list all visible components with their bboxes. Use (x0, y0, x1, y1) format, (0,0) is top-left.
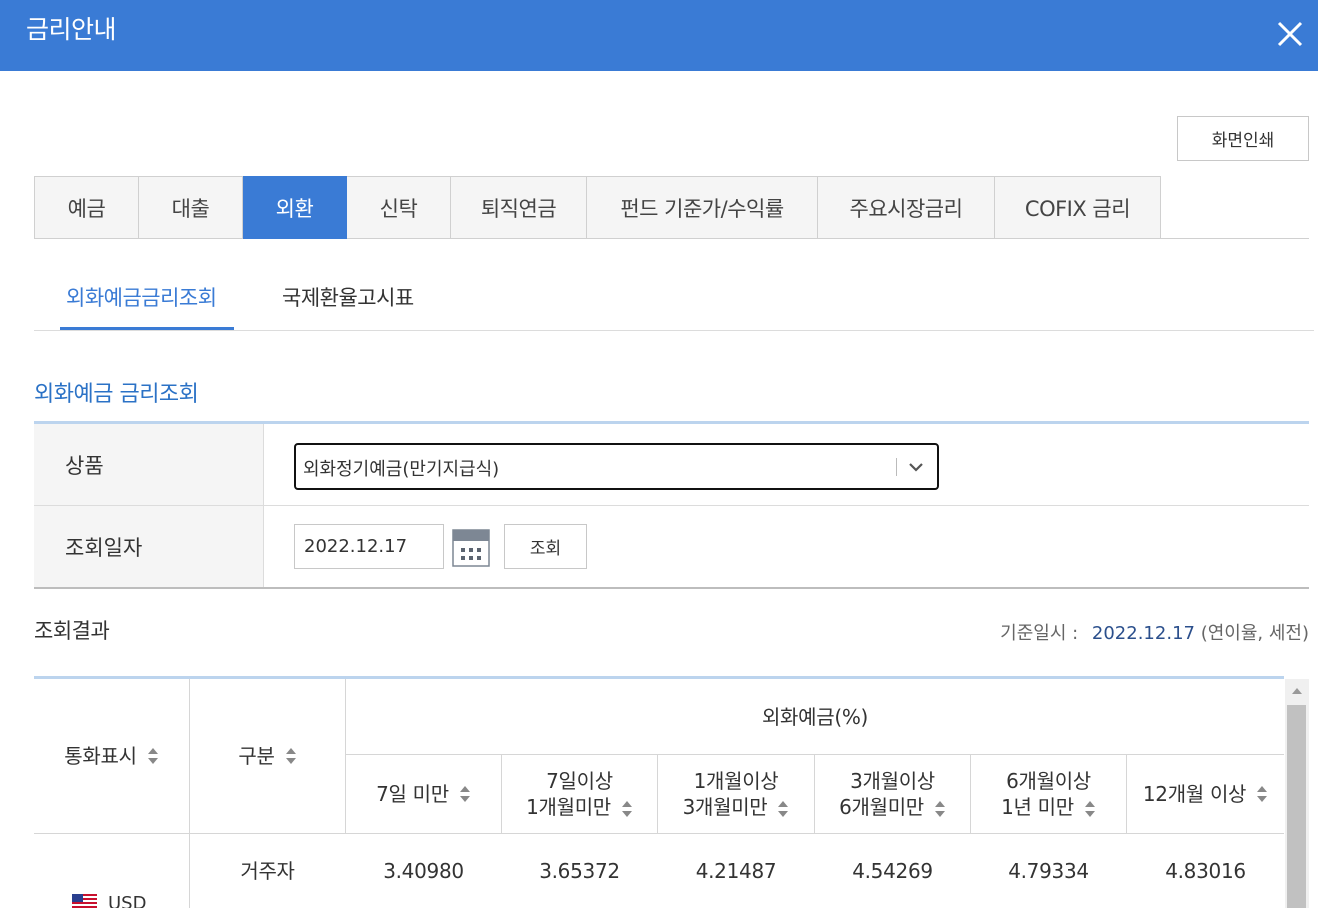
header-period-1-line1: 7일 미만 (376, 782, 449, 806)
header-period-6[interactable]: 12개월 이상 (1127, 755, 1284, 833)
chevron-down-icon (909, 463, 923, 472)
rate-table: 통화표시 구분 외화예금(%) 7일 미만 7일이상 1개월미만 1개월이상 3개월… (34, 676, 1284, 908)
base-date-info: 기준일시 : 2022.12.17 (연이율, 세전) (1000, 619, 1309, 645)
header-currency[interactable]: 통화표시 (34, 679, 189, 833)
sort-icon (1084, 800, 1095, 817)
tab-trust[interactable]: 신탁 (347, 176, 451, 239)
cell-rate: 4.79334 (1008, 859, 1089, 883)
header-period-4[interactable]: 3개월이상 6개월미만 (815, 755, 970, 833)
sort-icon (934, 800, 945, 817)
us-flag-icon (72, 894, 97, 908)
main-tab-bar: 예금 대출 외환 신탁 퇴직연금 펀드 기준가/수익률 주요시장금리 COFIX… (34, 176, 1161, 239)
tab-fund[interactable]: 펀드 기준가/수익률 (587, 176, 818, 239)
sort-icon (459, 786, 470, 802)
tab-market-rates[interactable]: 주요시장금리 (818, 176, 995, 239)
result-title: 조회결과 (34, 619, 110, 643)
header-period-3[interactable]: 1개월이상 3개월미만 (658, 755, 814, 833)
subtab-exchange-rates[interactable]: 국제환율고시표 (282, 282, 414, 312)
query-button[interactable]: 조회 (504, 524, 587, 569)
header-period-4-line1: 3개월이상 (850, 769, 935, 793)
header-period-4-line2: 6개월미만 (839, 795, 924, 819)
cell-rate: 4.54269 (852, 859, 933, 883)
cell-type: 거주자 (240, 859, 295, 883)
header-type-label: 구분 (238, 744, 275, 768)
sort-icon (778, 800, 789, 817)
select-separator (896, 458, 897, 476)
section-title: 외화예금 금리조회 (34, 382, 199, 407)
cell-rate: 3.40980 (383, 859, 464, 883)
header-currency-label: 통화표시 (64, 744, 137, 768)
tab-divider (1159, 238, 1309, 239)
tab-cofix[interactable]: COFIX 금리 (995, 176, 1161, 239)
header-period-6-line1: 12개월 이상 (1142, 782, 1247, 806)
close-icon[interactable] (1270, 14, 1310, 54)
header-period-1[interactable]: 7일 미만 (346, 755, 501, 833)
header-period-2-line2: 1개월미만 (526, 795, 611, 819)
window-title: 금리안내 (26, 15, 117, 44)
header-period-3-line2: 3개월미만 (682, 795, 768, 819)
tab-pension[interactable]: 퇴직연금 (451, 176, 587, 239)
product-select-value: 외화정기예금(만기지급식) (303, 459, 500, 480)
cell-rate: 4.21487 (695, 859, 777, 883)
header-period-2-line1: 7일이상 (546, 769, 613, 793)
product-label: 상품 (34, 424, 264, 505)
date-input[interactable]: 2022.12.17 (294, 524, 444, 569)
tab-loan[interactable]: 대출 (139, 176, 243, 239)
product-select[interactable]: 외화정기예금(만기지급식) (294, 443, 939, 490)
base-date-note: (연이율, 세전) (1200, 623, 1309, 644)
title-bar: 금리안내 (0, 0, 1318, 71)
print-button[interactable]: 화면인쇄 (1177, 116, 1309, 161)
header-group-foreign-deposit: 외화예금(%) (761, 704, 869, 729)
sort-icon (1257, 786, 1268, 802)
sort-icon (621, 800, 632, 817)
product-row: 상품 외화정기예금(만기지급식) (34, 424, 1309, 506)
tab-deposit[interactable]: 예금 (35, 176, 139, 239)
cell-currency: USD (108, 893, 147, 908)
cell-rate: 3.65372 (539, 859, 620, 883)
cell-rate: 4.83016 (1165, 859, 1246, 883)
sort-icon (147, 748, 158, 764)
table-scrollbar[interactable] (1285, 679, 1309, 908)
sub-tab-bar: 외화예금금리조회 국제환율고시표 (34, 270, 1314, 331)
active-subtab-indicator (60, 327, 234, 330)
tab-foreign-exchange[interactable]: 외환 (243, 176, 347, 239)
scrollbar-thumb[interactable] (1287, 705, 1306, 908)
header-type[interactable]: 구분 (190, 679, 345, 833)
scroll-up-icon[interactable] (1291, 687, 1303, 695)
base-date-value: 2022.12.17 (1091, 623, 1195, 644)
subtab-deposit-rates[interactable]: 외화예금금리조회 (66, 282, 217, 312)
header-period-5-line2: 1년 미만 (1001, 795, 1074, 819)
header-period-5[interactable]: 6개월이상 1년 미만 (971, 755, 1126, 833)
calendar-icon[interactable] (452, 527, 490, 567)
base-date-label: 기준일시 : (1000, 623, 1079, 644)
header-period-3-line1: 1개월이상 (693, 769, 779, 793)
header-period-2[interactable]: 7일이상 1개월미만 (502, 755, 657, 833)
search-form: 상품 외화정기예금(만기지급식) 조회일자 2022.12.17 조회 (34, 421, 1309, 589)
header-period-5-line1: 6개월이상 (1006, 769, 1091, 793)
date-row: 조회일자 2022.12.17 조회 (34, 506, 1309, 587)
date-label: 조회일자 (34, 506, 264, 587)
sort-icon (285, 748, 296, 764)
